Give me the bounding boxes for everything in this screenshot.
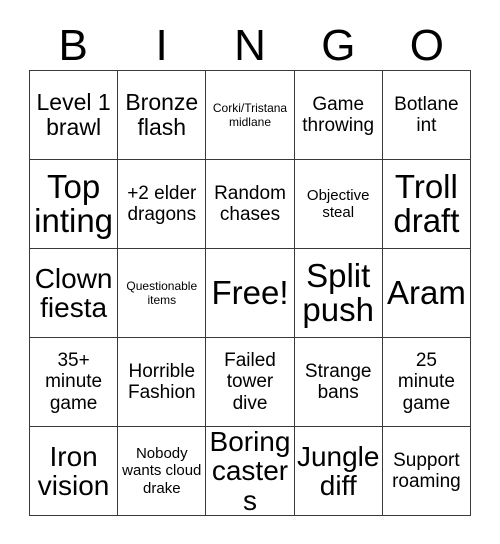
bingo-cell[interactable]: Bronze flash (118, 71, 207, 160)
bingo-cell[interactable]: Iron vision (30, 427, 119, 516)
bingo-grid: Level 1 brawl Bronze flash Corki/Tristan… (29, 70, 471, 516)
bingo-cell-label: Objective steal (306, 186, 370, 221)
bingo-card: B I N G O Level 1 brawl Bronze flash Cor… (0, 0, 500, 544)
bingo-cell-label: Clown fiesta (34, 262, 113, 323)
bingo-header-row: B I N G O (29, 22, 471, 70)
bingo-cell[interactable]: Jungle diff (294, 427, 383, 516)
bingo-cell[interactable]: 35+ minute game (30, 338, 119, 427)
bingo-cell[interactable]: Troll draft (382, 160, 471, 249)
bingo-cell[interactable]: Split push (294, 249, 383, 338)
bingo-cell-label: +2 elder dragons (127, 182, 197, 225)
bingo-cell-label: Botlane int (394, 93, 459, 136)
bingo-cell-label: Corki/Tristana midlane (212, 100, 288, 129)
bingo-cell[interactable]: Aram (382, 249, 471, 338)
bingo-cell[interactable]: +2 elder dragons (118, 160, 207, 249)
bingo-cell-label: Random chases (214, 182, 286, 225)
bingo-cell-label: Troll draft (393, 167, 460, 239)
bingo-cell-label: 35+ minute game (45, 350, 103, 414)
bingo-header-letter-n: N (234, 21, 266, 70)
bingo-cell-label: 25 minute game (397, 350, 455, 414)
bingo-cell[interactable]: Top inting (30, 160, 119, 249)
bingo-cell[interactable]: Failed tower dive (206, 338, 295, 427)
bingo-cell-label: Support roaming (392, 449, 461, 492)
bingo-cell[interactable]: Horrible Fashion (118, 338, 207, 427)
bingo-cell-label: Game throwing (302, 93, 375, 136)
bingo-cell-label: Failed tower dive (224, 350, 276, 414)
bingo-cell[interactable]: Botlane int (382, 71, 471, 160)
bingo-cell[interactable]: 25 minute game (382, 338, 471, 427)
bingo-cell-label: Strange bans (304, 360, 372, 403)
bingo-header-letter-b: B (58, 21, 88, 70)
bingo-header-letter-i: I (155, 21, 168, 70)
bingo-cell[interactable]: Game throwing (294, 71, 383, 160)
bingo-cell[interactable]: Questionable items (118, 249, 207, 338)
bingo-cell[interactable]: Support roaming (382, 427, 471, 516)
bingo-free-space[interactable]: Free! (206, 249, 295, 338)
bingo-free-space-label: Free! (211, 273, 289, 311)
bingo-cell[interactable]: Boring casters (206, 427, 295, 516)
bingo-cell[interactable]: Corki/Tristana midlane (206, 71, 295, 160)
bingo-cell-label: Nobody wants cloud drake (122, 444, 202, 497)
bingo-cell-label: Bronze flash (125, 89, 199, 140)
bingo-cell[interactable]: Level 1 brawl (30, 71, 119, 160)
bingo-cell[interactable]: Objective steal (294, 160, 383, 249)
bingo-header-letter-g: G (321, 21, 356, 70)
bingo-cell-label: Boring casters (209, 427, 291, 516)
bingo-cell-label: Jungle diff (296, 440, 380, 501)
bingo-cell-label: Horrible Fashion (127, 360, 196, 403)
bingo-cell-label: Split push (302, 256, 374, 328)
bingo-cell-label: Questionable items (126, 278, 198, 307)
bingo-cell-label: Level 1 brawl (36, 89, 111, 140)
bingo-cell[interactable]: Clown fiesta (30, 249, 119, 338)
bingo-cell-label: Aram (386, 273, 466, 311)
bingo-cell[interactable]: Random chases (206, 160, 295, 249)
bingo-header-letter-o: O (409, 21, 444, 70)
bingo-cell[interactable]: Nobody wants cloud drake (118, 427, 207, 516)
bingo-cell-label: Top inting (34, 167, 114, 239)
bingo-cell[interactable]: Strange bans (294, 338, 383, 427)
bingo-cell-label: Iron vision (37, 440, 110, 501)
